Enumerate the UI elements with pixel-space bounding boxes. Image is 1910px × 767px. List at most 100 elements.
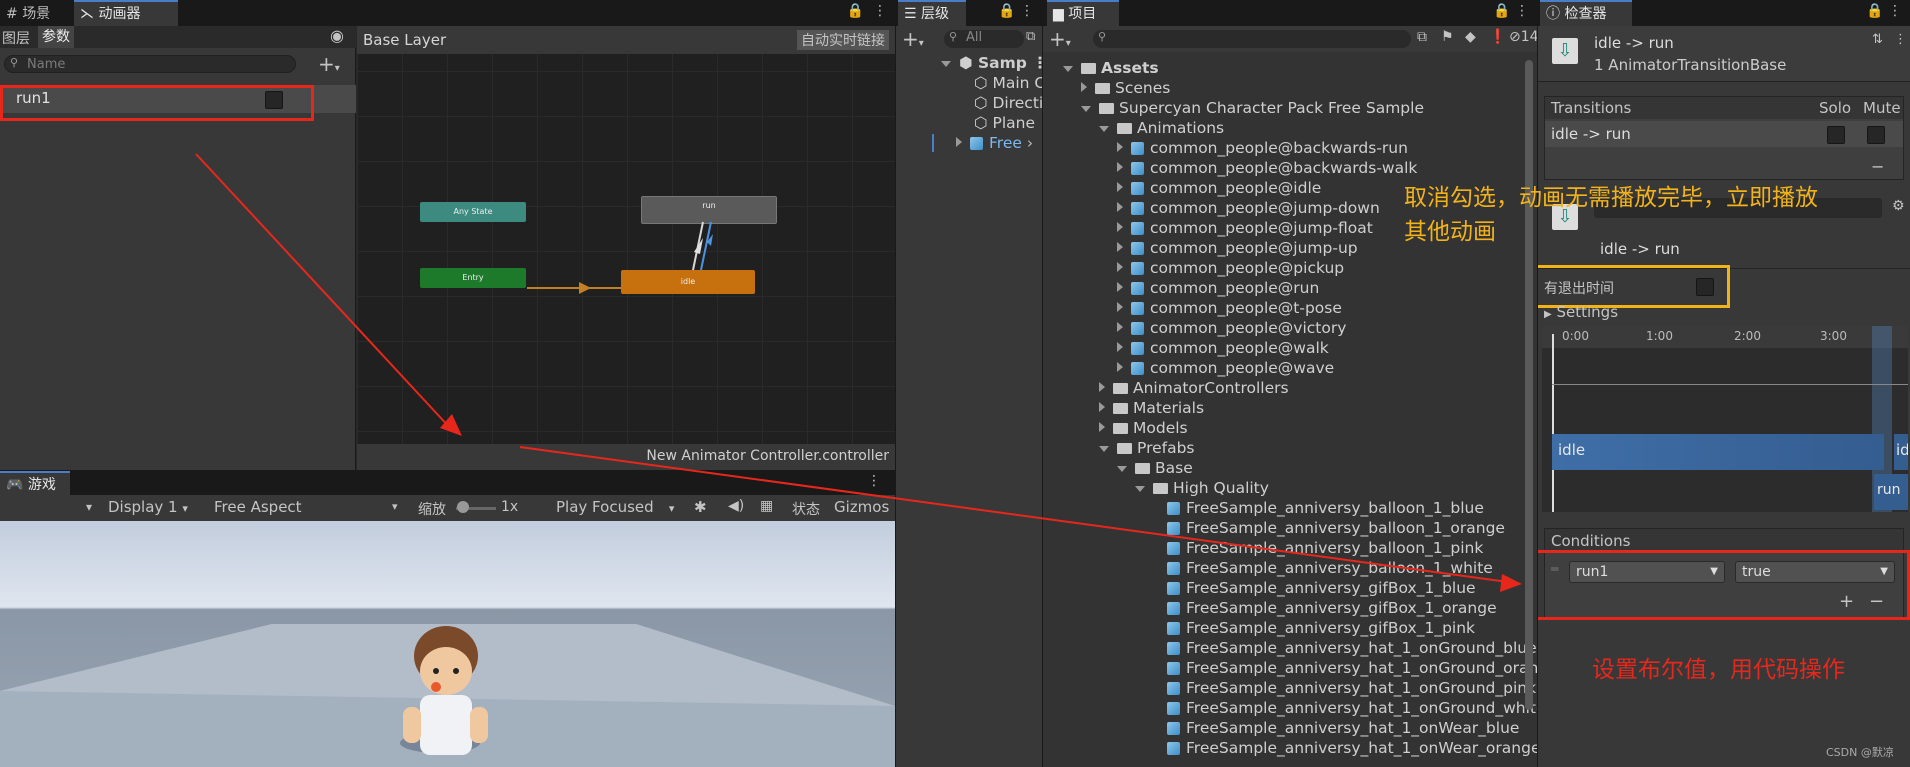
project-item[interactable]: High Quality xyxy=(1135,478,1269,498)
project-item[interactable]: Materials xyxy=(1099,398,1204,418)
game-mode-dropdown[interactable]: ▾ xyxy=(86,500,92,514)
collapsed-arrow-icon[interactable] xyxy=(1117,182,1123,192)
scale-slider-handle[interactable] xyxy=(457,501,469,513)
more-icon[interactable]: ⋮ xyxy=(1515,3,1529,19)
hierarchy-search-field[interactable]: ⚲ All xyxy=(944,30,1024,48)
display-dropdown[interactable]: Display 1 ▾ xyxy=(108,498,188,516)
add-param-button[interactable]: +▾ xyxy=(318,52,340,76)
tab-inspector[interactable]: ⓘ 检查器 xyxy=(1540,0,1632,26)
project-item[interactable]: FreeSample_anniversy_hat_1_onWear_orange xyxy=(1153,738,1537,758)
collapsed-arrow-icon[interactable] xyxy=(1117,242,1123,252)
tab-scene[interactable]: # 场景 xyxy=(0,2,56,26)
collapsed-arrow-icon[interactable] xyxy=(1117,322,1123,332)
project-scrollbar[interactable] xyxy=(1525,60,1533,710)
collapsed-arrow-icon[interactable] xyxy=(1117,142,1123,152)
project-item[interactable]: FreeSample_anniversy_gifBox_1_orange xyxy=(1153,598,1497,618)
collapsed-arrow-icon[interactable] xyxy=(1117,262,1123,272)
collapse-icon[interactable] xyxy=(956,137,962,147)
collapsed-arrow-icon[interactable] xyxy=(1117,362,1123,372)
tab-game[interactable]: 🎮 游戏 xyxy=(0,471,70,497)
project-item[interactable]: common_people@jump-down xyxy=(1117,198,1380,218)
project-item[interactable]: common_people@victory xyxy=(1117,318,1346,338)
hidden-count[interactable]: ⊘14 xyxy=(1509,29,1537,45)
stats-button[interactable]: 状态 xyxy=(792,499,820,519)
collapsed-arrow-icon[interactable] xyxy=(1099,402,1105,412)
clip-idle-tail[interactable]: id xyxy=(1894,434,1908,470)
game-more-icon[interactable]: ⋮ xyxy=(867,473,881,489)
collapsed-arrow-icon[interactable] xyxy=(1117,302,1123,312)
project-item[interactable]: Supercyan Character Pack Free Sample xyxy=(1081,98,1424,118)
more-icon[interactable]: ⋮ xyxy=(873,3,887,19)
aspect-dropdown[interactable]: Free Aspect xyxy=(214,498,404,516)
project-item[interactable]: Scenes xyxy=(1081,78,1170,98)
more-icon[interactable]: ⋮ xyxy=(1888,3,1902,19)
param-search-field[interactable]: ⚲ Name xyxy=(4,55,296,73)
project-item[interactable]: FreeSample_anniversy_balloon_1_white xyxy=(1153,558,1493,578)
collapsed-arrow-icon[interactable] xyxy=(1099,382,1105,392)
timeline-marker-start[interactable] xyxy=(1552,334,1554,512)
bug-icon[interactable]: ✱ xyxy=(694,498,707,516)
project-item[interactable]: Prefabs xyxy=(1099,438,1195,458)
animator-graph[interactable]: Base Layer 自动实时链接 Any State Entry run id… xyxy=(357,26,895,470)
project-tab-menu[interactable]: 🔒 ⋮ xyxy=(1493,3,1529,19)
project-item[interactable]: Animations xyxy=(1099,118,1224,138)
kebab-icon[interactable]: ⋮ xyxy=(1894,32,1907,47)
animator-tab-menu[interactable]: 🔒 ⋮ xyxy=(847,3,887,19)
project-item[interactable]: Base xyxy=(1117,458,1193,478)
expanded-arrow-icon[interactable] xyxy=(1099,446,1109,452)
project-item[interactable]: FreeSample_anniversy_gifBox_1_pink xyxy=(1153,618,1475,638)
expand-icon[interactable] xyxy=(941,61,951,67)
collapsed-arrow-icon[interactable] xyxy=(1117,222,1123,232)
more-icon[interactable]: ⋮ xyxy=(1020,3,1034,19)
hierarchy-filter-icon[interactable]: ⧉ xyxy=(1026,29,1035,44)
project-item[interactable]: AnimatorControllers xyxy=(1099,378,1289,398)
project-item[interactable]: FreeSample_anniversy_balloon_1_orange xyxy=(1153,518,1505,538)
audio-icon[interactable]: ◀) xyxy=(728,498,744,514)
tab-animator[interactable]: ⋋ 动画器 xyxy=(74,0,178,26)
project-item[interactable]: Assets xyxy=(1063,58,1159,78)
subtab-params[interactable]: 参数 xyxy=(38,26,74,48)
hierarchy-tab-menu[interactable]: 🔒 ⋮ xyxy=(998,3,1034,19)
project-item[interactable]: FreeSample_anniversy_balloon_1_blue xyxy=(1153,498,1484,518)
transition-row[interactable]: idle -> run xyxy=(1545,121,1903,147)
expanded-arrow-icon[interactable] xyxy=(1117,466,1127,472)
game-viewport[interactable] xyxy=(0,521,895,767)
lock-icon[interactable]: 🔒 xyxy=(1866,3,1883,19)
expanded-arrow-icon[interactable] xyxy=(1081,106,1091,112)
project-item[interactable]: FreeSample_anniversy_balloon_1_pink xyxy=(1153,538,1483,558)
solo-checkbox[interactable] xyxy=(1827,126,1845,144)
tag-icon[interactable]: ◆ xyxy=(1465,29,1476,45)
search-by-label-icon[interactable]: ⚑ xyxy=(1441,29,1454,45)
collapsed-arrow-icon[interactable] xyxy=(1099,422,1105,432)
project-item[interactable]: FreeSample_anniversy_gifBox_1_blue xyxy=(1153,578,1476,598)
expanded-arrow-icon[interactable] xyxy=(1099,126,1109,132)
gizmos-button[interactable]: Gizmos xyxy=(834,498,889,516)
project-item[interactable]: common_people@t-pose xyxy=(1117,298,1342,318)
mute-checkbox[interactable] xyxy=(1867,126,1885,144)
clip-idle[interactable]: idle xyxy=(1552,434,1884,470)
project-item[interactable]: FreeSample_anniversy_hat_1_onGround_blue xyxy=(1153,638,1537,658)
inspector-tab-menu[interactable]: 🔒 ⋮ xyxy=(1866,3,1902,19)
project-item[interactable]: FreeSample_anniversy_hat_1_onWear_blue xyxy=(1153,718,1519,738)
lock-icon[interactable]: 🔒 xyxy=(1493,3,1510,19)
transition-settings-icon[interactable]: ⚙ xyxy=(1892,198,1905,214)
lock-icon[interactable]: 🔒 xyxy=(847,3,864,19)
project-item[interactable]: common_people@idle xyxy=(1117,178,1321,198)
hierarchy-add-button[interactable]: +▾ xyxy=(902,27,924,51)
remove-transition-button[interactable]: − xyxy=(1871,157,1884,176)
search-by-type-icon[interactable]: ⧉ xyxy=(1417,29,1427,45)
project-item[interactable]: common_people@pickup xyxy=(1117,258,1344,278)
project-item[interactable]: Models xyxy=(1099,418,1188,438)
project-item[interactable]: common_people@backwards-walk xyxy=(1117,158,1417,178)
subtab-layers[interactable]: 图层 xyxy=(2,28,30,48)
project-item[interactable]: common_people@jump-float xyxy=(1117,218,1373,238)
project-add-button[interactable]: +▾ xyxy=(1049,27,1071,51)
hierarchy-item-plane[interactable]: ⬡ Plane xyxy=(974,113,1035,133)
project-item[interactable]: FreeSample_anniversy_hat_1_onGround_whit… xyxy=(1153,698,1537,718)
tab-project[interactable]: ▆ 项目 xyxy=(1047,0,1119,26)
eye-icon[interactable]: ◉ xyxy=(330,26,344,45)
project-item[interactable]: common_people@jump-up xyxy=(1117,238,1358,258)
transition-timeline[interactable]: 0:00 1:00 2:00 3:00 idle id run xyxy=(1542,326,1908,512)
collapsed-arrow-icon[interactable] xyxy=(1117,202,1123,212)
clip-run[interactable]: run xyxy=(1874,474,1908,510)
